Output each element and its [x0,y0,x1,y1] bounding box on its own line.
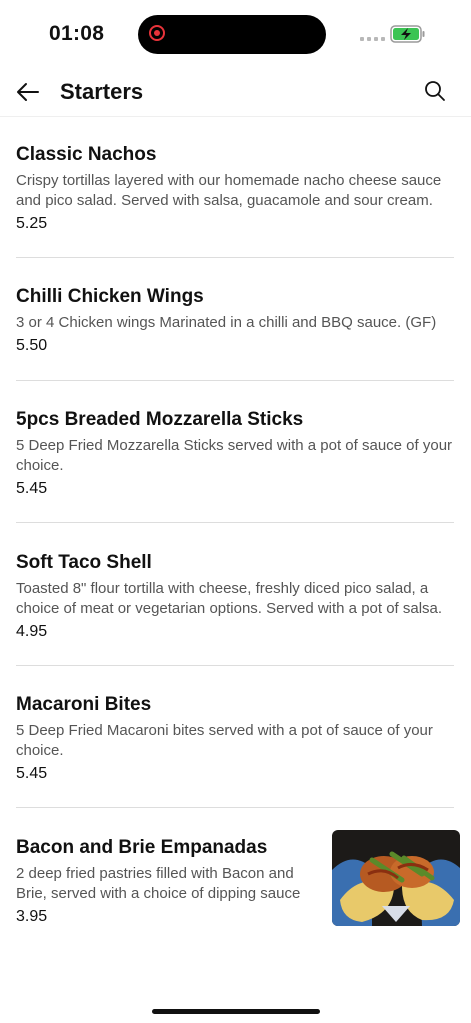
divider [16,665,454,666]
menu-item[interactable]: 5pcs Breaded Mozzarella Sticks 5 Deep Fr… [16,408,454,499]
menu-item-price: 5.45 [16,480,48,497]
signal-icon [360,37,385,41]
menu-item[interactable]: Macaroni Bites 5 Deep Fried Macaroni bit… [16,693,454,784]
search-icon[interactable] [422,78,448,104]
divider [16,807,454,808]
menu-item-description: Crispy tortillas layered with our homema… [16,172,442,209]
menu-item-price: 4.95 [16,623,48,640]
divider [16,522,454,523]
status-time: 01:08 [49,22,105,45]
menu-item-name: Soft Taco Shell [16,552,152,573]
dynamic-island [138,15,326,54]
menu-item-name: Classic Nachos [16,144,157,165]
menu-item-name: Bacon and Brie Empanadas [16,837,268,858]
menu-item-name: 5pcs Breaded Mozzarella Sticks [16,409,304,430]
menu-item[interactable]: Chilli Chicken Wings 3 or 4 Chicken wing… [16,285,454,356]
app-header: Starters [0,70,471,117]
back-arrow-icon[interactable] [14,78,42,106]
recording-icon [149,25,165,41]
menu-item-description: 5 Deep Fried Mozzarella Sticks served wi… [16,437,453,474]
menu-item-description: 5 Deep Fried Macaroni bites served with … [16,722,433,759]
menu-item-price: 5.50 [16,337,48,354]
menu-item-name: Macaroni Bites [16,694,152,715]
menu-item[interactable]: Bacon and Brie Empanadas 2 deep fried pa… [16,836,316,927]
menu-item[interactable]: Soft Taco Shell Toasted 8" flour tortill… [16,551,454,642]
menu-item-description: 3 or 4 Chicken wings Marinated in a chil… [16,314,437,331]
menu-item-name: Chilli Chicken Wings [16,286,204,307]
menu-item-price: 3.95 [16,908,48,925]
menu-item-description: Toasted 8" flour tortilla with cheese, f… [16,580,443,617]
menu-item[interactable]: Classic Nachos Crispy tortillas layered … [16,143,454,234]
status-bar: 01:08 [0,0,471,70]
menu-item-photo[interactable] [332,830,460,926]
battery-charging-icon [390,25,425,43]
divider [16,380,454,381]
menu-item-price: 5.45 [16,765,48,782]
divider [16,257,454,258]
page-title: Starters [60,79,144,104]
home-indicator[interactable] [152,1009,320,1014]
menu-item-description: 2 deep fried pastries filled with Bacon … [16,865,301,902]
menu-item-price: 5.25 [16,215,48,232]
